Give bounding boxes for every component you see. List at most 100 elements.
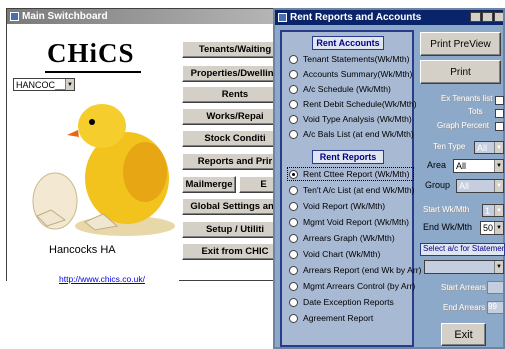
radio[interactable]: [289, 281, 298, 291]
chevron-down-icon[interactable]: ▼: [494, 160, 503, 172]
radio[interactable]: [289, 54, 298, 64]
start-wk-mth-label: Start Wk/Mth: [423, 205, 470, 214]
mailmerge-button[interactable]: Mailmerge: [182, 176, 236, 193]
option-label: A/c Schedule (Wk/Mth): [303, 84, 391, 94]
group-value: All: [459, 181, 470, 191]
rent-reports-header: Rent Reports: [312, 150, 384, 164]
end-arrears-field[interactable]: 99: [487, 301, 504, 314]
chick-illustration: [32, 104, 175, 236]
radio[interactable]: [289, 114, 298, 124]
radio[interactable]: [289, 69, 298, 79]
ten-type-value: All: [477, 142, 488, 153]
tenant-statements-option[interactable]: Tenant Statements(Wk/Mth): [289, 54, 410, 64]
group-combo[interactable]: All ▼: [456, 179, 504, 193]
end-arrears-value: 99: [488, 302, 497, 311]
logo-underline: [45, 71, 141, 73]
tots-checkbox[interactable]: [495, 109, 504, 118]
tots-label: Tots: [468, 107, 483, 116]
tent-ac-list-option[interactable]: Ten't A/c List (at end Wk/Mth): [289, 185, 415, 195]
ac-bals-list-option[interactable]: A/c Bals List (at end Wk/Mth): [289, 129, 414, 139]
chevron-down-icon[interactable]: ▼: [494, 142, 503, 153]
radio[interactable]: [289, 249, 298, 259]
option-label: Arrears Graph (Wk/Mth): [303, 233, 395, 243]
start-wk-mth-combo[interactable]: 1 ▼: [482, 204, 504, 217]
start-wk-mth-value: 1: [485, 205, 491, 216]
rent-reports-titlebar[interactable]: Rent Reports and Accounts: [275, 10, 503, 25]
logo-panel: CHiCS HANCOC__ ▼ Hancocks HA http://www.…: [7, 24, 179, 284]
area-combo[interactable]: All ▼: [453, 159, 504, 173]
group-label: Group: [425, 180, 451, 190]
graph-percent-label: Graph Percent: [437, 121, 490, 130]
option-label: Rent Cttee Report (Wk/Mth): [303, 169, 410, 179]
ten-type-combo[interactable]: All ▼: [474, 141, 504, 154]
area-value: All: [456, 161, 467, 171]
radio[interactable]: [289, 185, 298, 195]
date-exception-reports-option[interactable]: Date Exception Reports: [289, 297, 394, 307]
company-name: Hancocks HA: [49, 244, 116, 256]
rent-reports-title: Rent Reports and Accounts: [290, 12, 422, 23]
radio[interactable]: [289, 99, 298, 109]
chevron-down-icon[interactable]: ▼: [494, 261, 503, 273]
end-arrears-label: End Arrears: [443, 303, 486, 312]
report-selection-panel: Rent Accounts Tenant Statements(Wk/Mth) …: [280, 30, 421, 347]
option-label: Void Report (Wk/Mth): [303, 201, 386, 211]
option-label: Rent Debit Schedule(Wk/Mth): [303, 99, 417, 109]
radio[interactable]: [289, 201, 298, 211]
radio[interactable]: [289, 313, 298, 323]
window-icon: [10, 12, 19, 21]
radio[interactable]: [289, 233, 298, 243]
arrears-report-option[interactable]: Arrears Report (end Wk by Arr): [289, 265, 421, 275]
select-statement-combo[interactable]: ▼: [424, 260, 504, 274]
radio[interactable]: [289, 265, 298, 275]
main-switchboard-window: Main Switchboard CHiCS HANCOC__ ▼ Hancoc…: [6, 8, 288, 284]
option-label: Accounts Summary(Wk/Mth): [303, 69, 413, 79]
option-label: Tenant Statements(Wk/Mth): [303, 54, 410, 64]
agreement-report-option[interactable]: Agreement Report: [289, 313, 373, 323]
switchboard-title: Main Switchboard: [22, 11, 108, 22]
start-arrears-field[interactable]: [487, 281, 504, 294]
void-report-option[interactable]: Void Report (Wk/Mth): [289, 201, 385, 211]
exit-label: Exit: [454, 328, 473, 341]
chevron-down-icon[interactable]: ▼: [494, 205, 503, 216]
chics-logo: CHiCS: [47, 38, 135, 68]
rent-debit-schedule-option[interactable]: Rent Debit Schedule(Wk/Mth): [289, 99, 417, 109]
radio-selected[interactable]: [289, 169, 298, 179]
rent-reports-window: Rent Reports and Accounts Rent Accounts …: [273, 8, 505, 349]
option-label: Arrears Report (end Wk by Arr): [303, 265, 422, 275]
print-button[interactable]: Print: [420, 60, 501, 84]
option-label: Void Type Analysis (Wk/Mth): [303, 114, 412, 124]
void-chart-option[interactable]: Void Chart (Wk/Mth): [289, 249, 380, 259]
rent-accounts-header: Rent Accounts: [312, 36, 384, 50]
ex-tenants-list-checkbox[interactable]: [495, 96, 504, 105]
arrears-graph-option[interactable]: Arrears Graph (Wk/Mth): [289, 233, 395, 243]
start-arrears-label: Start Arrears: [441, 283, 486, 292]
switchboard-titlebar[interactable]: Main Switchboard: [7, 9, 287, 24]
option-label: Void Chart (Wk/Mth): [303, 249, 381, 259]
chevron-down-icon[interactable]: ▼: [494, 222, 503, 234]
mgmt-void-report-option[interactable]: Mgmt Void Report (Wk/Mth): [289, 217, 409, 227]
report-icon: [278, 13, 287, 22]
select-statement-label: Select a/c for Statemen: [420, 243, 505, 256]
radio[interactable]: [289, 129, 298, 139]
end-wk-mth-combo[interactable]: 50 ▼: [480, 221, 504, 235]
minimize-button[interactable]: [470, 12, 481, 22]
radio[interactable]: [289, 297, 298, 307]
option-label: Date Exception Reports: [303, 297, 394, 307]
print-preview-button[interactable]: Print PreView: [420, 32, 501, 56]
accounts-summary-option[interactable]: Accounts Summary(Wk/Mth): [289, 69, 412, 79]
close-button[interactable]: [494, 12, 503, 22]
mgmt-arrears-control-option[interactable]: Mgmt Arrears Control (by Arr): [289, 281, 415, 291]
void-type-analysis-option[interactable]: Void Type Analysis (Wk/Mth): [289, 114, 412, 124]
maximize-button[interactable]: [482, 12, 493, 22]
radio[interactable]: [289, 217, 298, 227]
website-link[interactable]: http://www.chics.co.uk/: [59, 274, 145, 284]
radio[interactable]: [289, 84, 298, 94]
ten-type-label: Ten Type: [433, 142, 466, 151]
ac-schedule-option[interactable]: A/c Schedule (Wk/Mth): [289, 84, 391, 94]
chevron-down-icon[interactable]: ▼: [494, 180, 503, 192]
exit-button[interactable]: Exit: [441, 323, 486, 346]
option-label: Ten't A/c List (at end Wk/Mth): [303, 185, 415, 195]
graph-percent-checkbox[interactable]: [495, 122, 504, 131]
rent-cttee-report-option[interactable]: Rent Cttee Report (Wk/Mth): [287, 167, 414, 181]
area-label: Area: [427, 160, 447, 170]
